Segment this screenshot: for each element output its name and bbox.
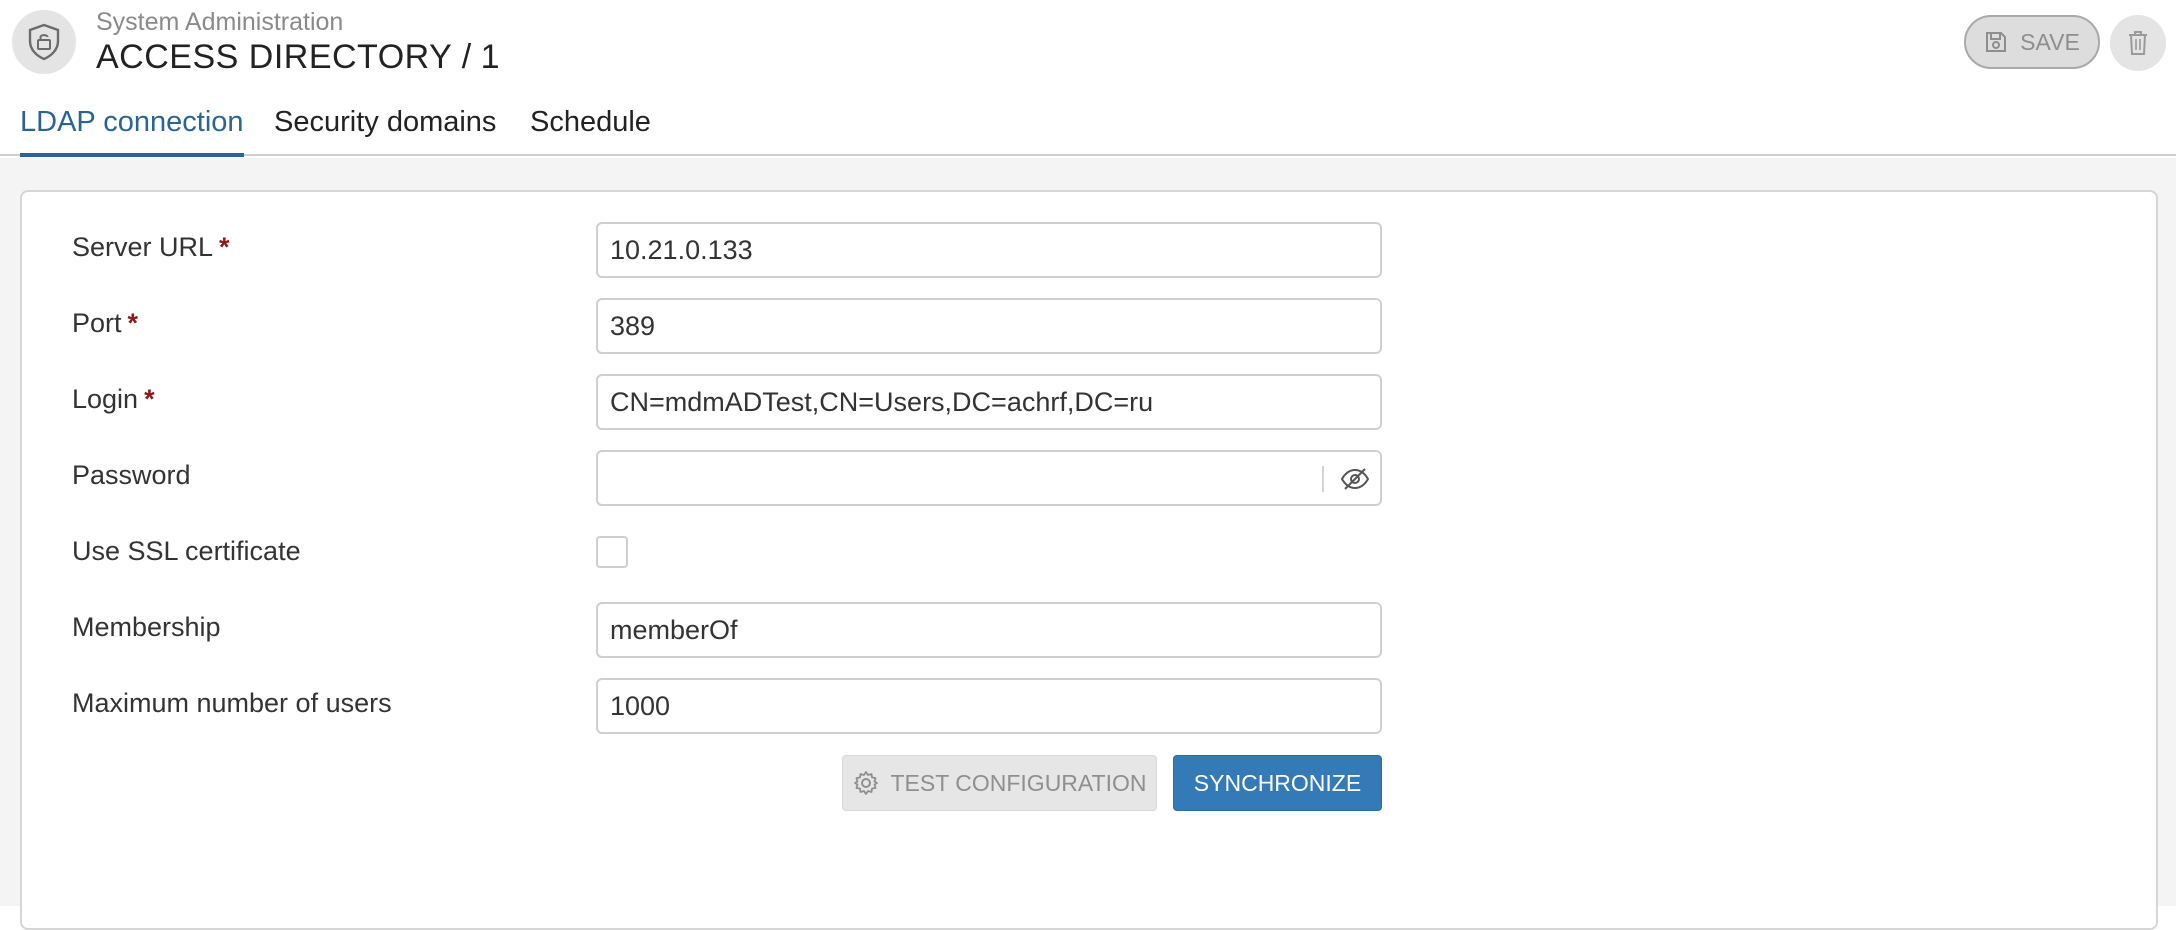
- password-divider: [1322, 466, 1324, 492]
- max-users-input[interactable]: [596, 678, 1382, 734]
- required-mark: *: [127, 308, 139, 338]
- required-mark: *: [219, 232, 230, 262]
- shield-lock-icon: [28, 23, 60, 61]
- required-mark: *: [144, 384, 155, 414]
- use-ssl-label: Use SSL certificate: [72, 536, 301, 566]
- password-label: Password: [72, 460, 191, 490]
- trash-icon: [2129, 31, 2147, 55]
- port-input[interactable]: [596, 298, 1382, 354]
- synchronize-button[interactable]: SYNCHRONIZE: [1173, 755, 1382, 811]
- password-input[interactable]: [598, 452, 1318, 504]
- eye-slash-icon: [1340, 468, 1370, 490]
- app-badge: [12, 10, 76, 74]
- save-button[interactable]: SAVE: [1964, 15, 2100, 69]
- login-label: Login *: [72, 384, 155, 415]
- page-header: System Administration ACCESS DIRECTORY /…: [0, 0, 2176, 90]
- tab-ldap-connection[interactable]: LDAP connection: [20, 106, 244, 157]
- password-visibility-toggle[interactable]: [1336, 460, 1374, 498]
- title-separator: /: [461, 38, 472, 76]
- use-ssl-checkbox[interactable]: [596, 536, 628, 568]
- server-url-label-text: Server URL: [72, 232, 214, 262]
- tab-bar: LDAP connection Security domains Schedul…: [0, 96, 2176, 157]
- save-button-label: SAVE: [2020, 28, 2080, 55]
- login-input[interactable]: [596, 374, 1382, 430]
- tab-schedule[interactable]: Schedule: [530, 106, 651, 153]
- server-url-label: Server URL *: [72, 232, 230, 263]
- gear-icon: [853, 771, 878, 795]
- record-id: 1: [480, 38, 500, 76]
- tab-security-domains[interactable]: Security domains: [274, 106, 496, 153]
- test-configuration-button[interactable]: TEST CONFIGURATION: [842, 755, 1157, 811]
- port-label: Port *: [72, 308, 138, 339]
- server-url-input[interactable]: [596, 222, 1382, 278]
- membership-input[interactable]: [596, 602, 1382, 658]
- port-label-text: Port: [72, 308, 122, 338]
- floppy-disk-icon: [1986, 32, 2007, 52]
- delete-button[interactable]: [2110, 15, 2166, 71]
- membership-label: Membership: [72, 612, 221, 642]
- login-label-text: Login: [72, 384, 139, 414]
- page-title: ACCESS DIRECTORY / 1: [96, 38, 500, 77]
- test-configuration-label: TEST CONFIGURATION: [890, 769, 1147, 796]
- page-title-text: ACCESS DIRECTORY: [96, 38, 453, 76]
- password-field: [596, 450, 1382, 506]
- synchronize-label: SYNCHRONIZE: [1193, 769, 1362, 796]
- max-users-label: Maximum number of users: [72, 688, 392, 718]
- breadcrumb[interactable]: System Administration: [96, 8, 343, 37]
